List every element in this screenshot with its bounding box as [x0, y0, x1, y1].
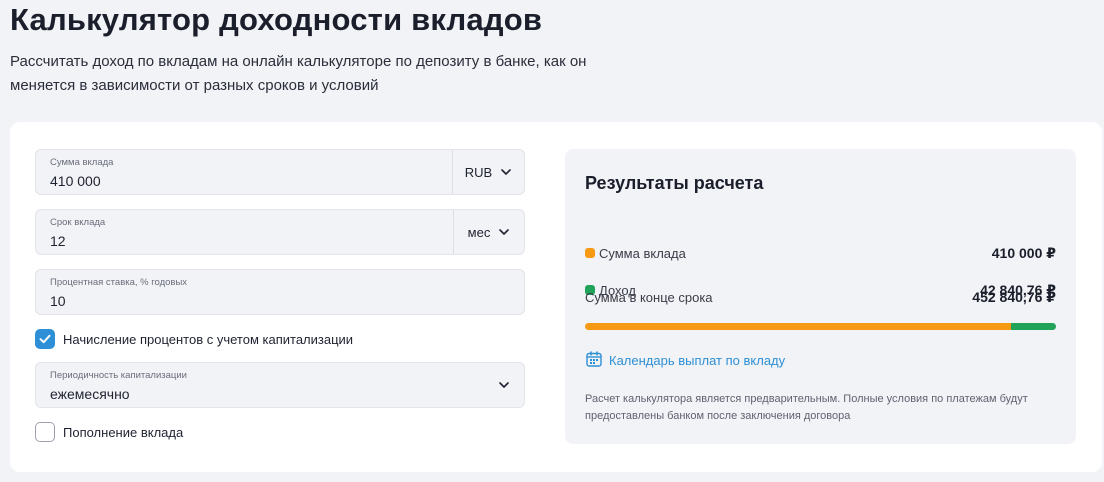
term-label: Срок вклада	[50, 217, 106, 228]
capitalization-checkbox[interactable]	[35, 329, 55, 349]
chevron-down-icon	[498, 226, 510, 238]
results-panel: Результаты расчета Сумма вклада 410 000 …	[565, 149, 1076, 444]
periodicity-label: Периодичность капитализации	[50, 370, 187, 381]
chevron-down-icon	[498, 379, 510, 391]
currency-select[interactable]: RUB	[452, 150, 524, 194]
deposit-value: 410 000 ₽	[991, 244, 1056, 261]
page-title: Калькулятор доходности вкладов	[10, 2, 543, 37]
periodicity-select[interactable]: Периодичность капитализации ежемесячно	[35, 362, 525, 408]
checkmark-icon	[39, 334, 51, 344]
calculator-card: Сумма вклада 410 000 RUB Срок вклада 12 …	[10, 122, 1102, 472]
result-row-deposit: Сумма вклада 410 000 ₽	[585, 243, 1056, 263]
amount-input[interactable]: 410 000	[50, 173, 101, 189]
rate-field: Процентная ставка, % годовых 10	[35, 269, 525, 315]
term-field: Срок вклада 12 мес	[35, 209, 525, 255]
chevron-down-icon	[500, 166, 512, 178]
capitalization-label: Начисление процентов с учетом капитализа…	[63, 331, 354, 347]
amount-label: Сумма вклада	[50, 157, 114, 168]
total-label: Сумма в конце срока	[585, 289, 713, 305]
term-input[interactable]: 12	[50, 233, 66, 249]
deposit-bar-segment	[585, 323, 1012, 330]
replenishment-label: Пополнение вклада	[63, 424, 184, 440]
capitalization-checkbox-row[interactable]: Начисление процентов с учетом капитализа…	[35, 329, 353, 349]
results-title: Результаты расчета	[585, 173, 764, 193]
periodicity-value: ежемесячно	[50, 386, 130, 402]
page-subtitle: Рассчитать доход по вкладам на онлайн ка…	[10, 53, 587, 94]
disclaimer-note: Расчет калькулятора является предварител…	[585, 393, 1028, 422]
rate-label: Процентная ставка, % годовых	[50, 277, 188, 288]
replenishment-checkbox-row[interactable]: Пополнение вклада	[35, 422, 183, 442]
term-unit-value: мес	[467, 224, 491, 240]
deposit-label: Сумма вклада	[599, 245, 686, 261]
calendar-icon	[585, 350, 603, 371]
deposit-legend-dot	[585, 248, 595, 258]
rate-input[interactable]: 10	[50, 293, 66, 309]
currency-value: RUB	[464, 164, 493, 180]
amount-field: Сумма вклада 410 000 RUB	[35, 149, 525, 195]
payment-calendar-label: Календарь выплат по вкладу	[609, 353, 786, 368]
term-unit-select[interactable]: мес	[453, 210, 524, 254]
replenishment-checkbox[interactable]	[35, 422, 55, 442]
payment-calendar-link[interactable]: Календарь выплат по вкладу	[585, 350, 785, 371]
result-row-total: Сумма в конце срока 452 840,76 ₽	[585, 287, 1056, 307]
total-value: 452 840,76 ₽	[972, 288, 1056, 305]
deposit-income-progress-bar	[585, 323, 1056, 330]
income-bar-segment	[1011, 323, 1056, 330]
